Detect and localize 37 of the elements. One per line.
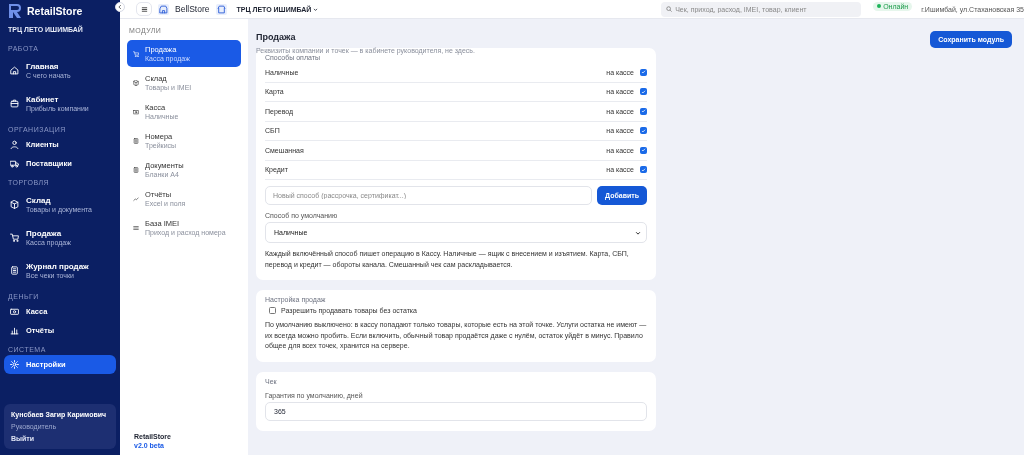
logo-icon <box>8 3 22 19</box>
checkbox[interactable] <box>640 127 647 135</box>
document-icon <box>133 137 139 144</box>
cash-icon <box>10 307 19 316</box>
document-icon <box>10 266 19 275</box>
checkbox[interactable] <box>640 146 647 154</box>
settings-icon <box>10 360 19 369</box>
cash-icon <box>133 108 139 115</box>
checkbox[interactable] <box>640 166 647 174</box>
chevron-icon <box>117 4 123 10</box>
shop-icon <box>215 3 227 15</box>
checkbox[interactable] <box>640 68 647 76</box>
brand-name: RetailStore <box>27 5 83 17</box>
caret-icon <box>635 229 641 236</box>
page-title: Продажа <box>256 32 297 42</box>
collapse-button[interactable] <box>115 2 125 12</box>
box-icon <box>10 200 19 209</box>
cart-icon <box>10 233 19 242</box>
cart-icon <box>133 50 139 57</box>
checkbox[interactable] <box>640 107 647 115</box>
home-icon <box>10 66 19 75</box>
bar-chart-icon <box>10 326 19 335</box>
shop-icon <box>158 3 169 15</box>
briefcase-icon <box>10 99 19 108</box>
caret-icon <box>313 6 319 12</box>
document-icon <box>133 166 139 173</box>
checkbox[interactable] <box>640 88 647 96</box>
company-name: BellStore <box>175 4 210 14</box>
user-icon <box>10 140 19 149</box>
menu-button[interactable] <box>136 2 152 16</box>
menu-icon <box>140 5 148 13</box>
trend-icon <box>133 195 139 202</box>
search-icon <box>666 5 673 12</box>
truck-icon <box>10 159 19 168</box>
list-icon <box>133 224 139 231</box>
box-icon <box>133 79 139 86</box>
checkbox[interactable] <box>269 307 276 314</box>
